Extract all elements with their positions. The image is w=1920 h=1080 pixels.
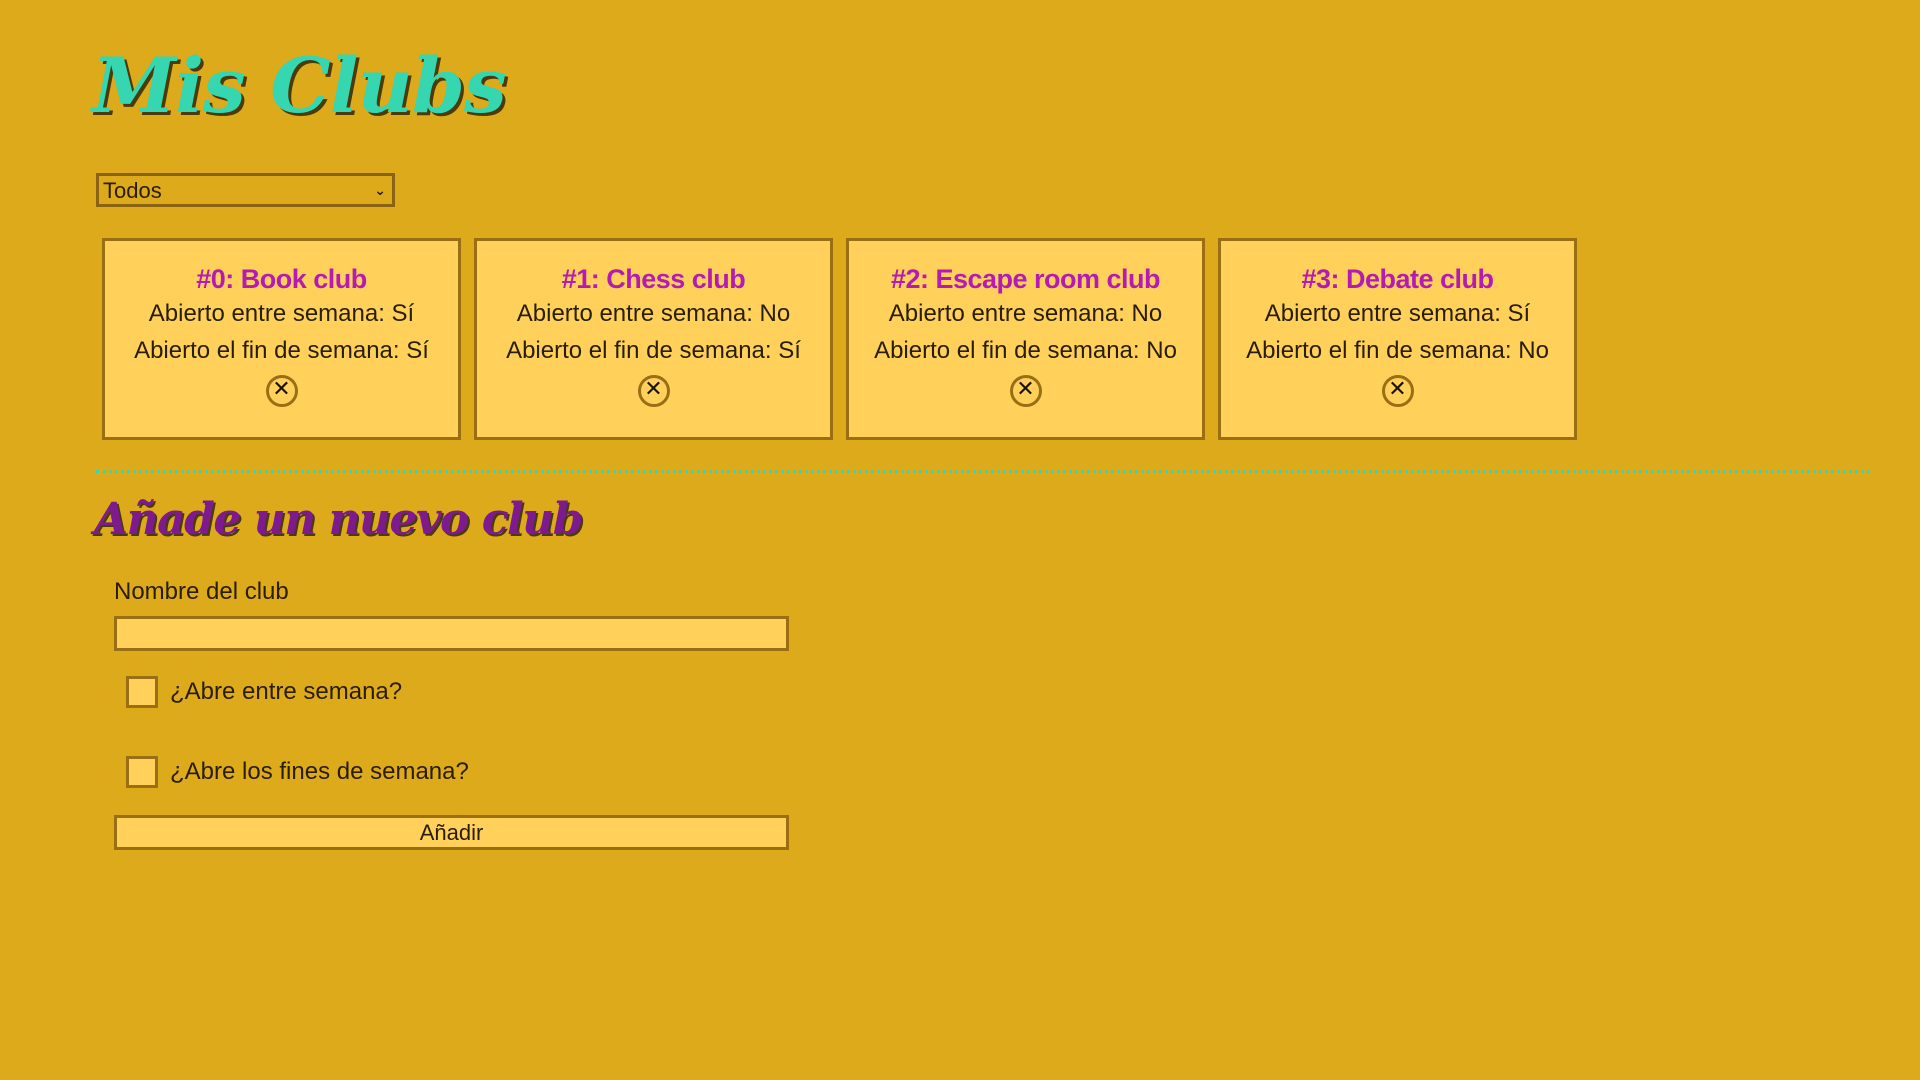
close-circle-icon: ✕ [1388,377,1407,403]
delete-club-button[interactable]: ✕ [637,375,670,408]
weekdays-option: ¿Abre entre semana? [126,675,789,709]
club-weekends-status: Abierto el fin de semana: No [1246,337,1549,365]
weekends-checkbox[interactable] [126,756,158,788]
add-club-heading: Añade un nuevo club [94,494,583,545]
delete-club-button[interactable]: ✕ [1009,375,1042,408]
club-weekdays-status: Abierto entre semana: No [888,300,1163,328]
add-club-button[interactable]: Añadir [114,815,789,850]
club-title: #1: Chess club [561,264,746,294]
weekdays-checkbox-label[interactable]: ¿Abre entre semana? [170,678,402,706]
add-club-form: Nombre del club ¿Abre entre semana? ¿Abr… [114,580,789,850]
close-circle-icon: ✕ [644,377,663,403]
club-filter-select[interactable]: Todos ⌄ [96,173,395,207]
club-weekdays-status: Abierto entre semana: Sí [148,300,415,328]
club-card: #1: Chess club Abierto entre semana: No … [474,238,833,440]
delete-club-button[interactable]: ✕ [1381,375,1414,408]
filter-select-control[interactable]: Todos [99,176,392,204]
club-weekends-status: Abierto el fin de semana: Sí [134,337,429,365]
club-card: #0: Book club Abierto entre semana: Sí A… [102,238,461,440]
club-weekends-status: Abierto el fin de semana: No [874,337,1177,365]
club-title: #2: Escape room club [890,264,1161,294]
club-name-input[interactable] [114,616,789,651]
close-circle-icon: ✕ [272,377,291,403]
club-weekdays-status: Abierto entre semana: No [516,300,791,328]
club-title: #0: Book club [196,264,367,294]
delete-club-button[interactable]: ✕ [265,375,298,408]
club-weekdays-status: Abierto entre semana: Sí [1264,300,1531,328]
club-card: #3: Debate club Abierto entre semana: Sí… [1218,238,1577,440]
club-list: #0: Book club Abierto entre semana: Sí A… [102,238,1577,440]
app-page: Mis Clubs Todos ⌄ #0: Book club Abierto … [0,0,1920,1080]
page-title: Mis Clubs [92,41,507,130]
club-name-label: Nombre del club [114,578,289,605]
club-weekends-status: Abierto el fin de semana: Sí [506,337,801,365]
close-circle-icon: ✕ [1016,377,1035,403]
weekends-checkbox-label[interactable]: ¿Abre los fines de semana? [170,758,469,786]
weekends-option: ¿Abre los fines de semana? [126,755,789,789]
club-title: #3: Debate club [1301,264,1494,294]
weekdays-checkbox[interactable] [126,676,158,708]
club-card: #2: Escape room club Abierto entre seman… [846,238,1205,440]
section-divider [96,470,1870,473]
